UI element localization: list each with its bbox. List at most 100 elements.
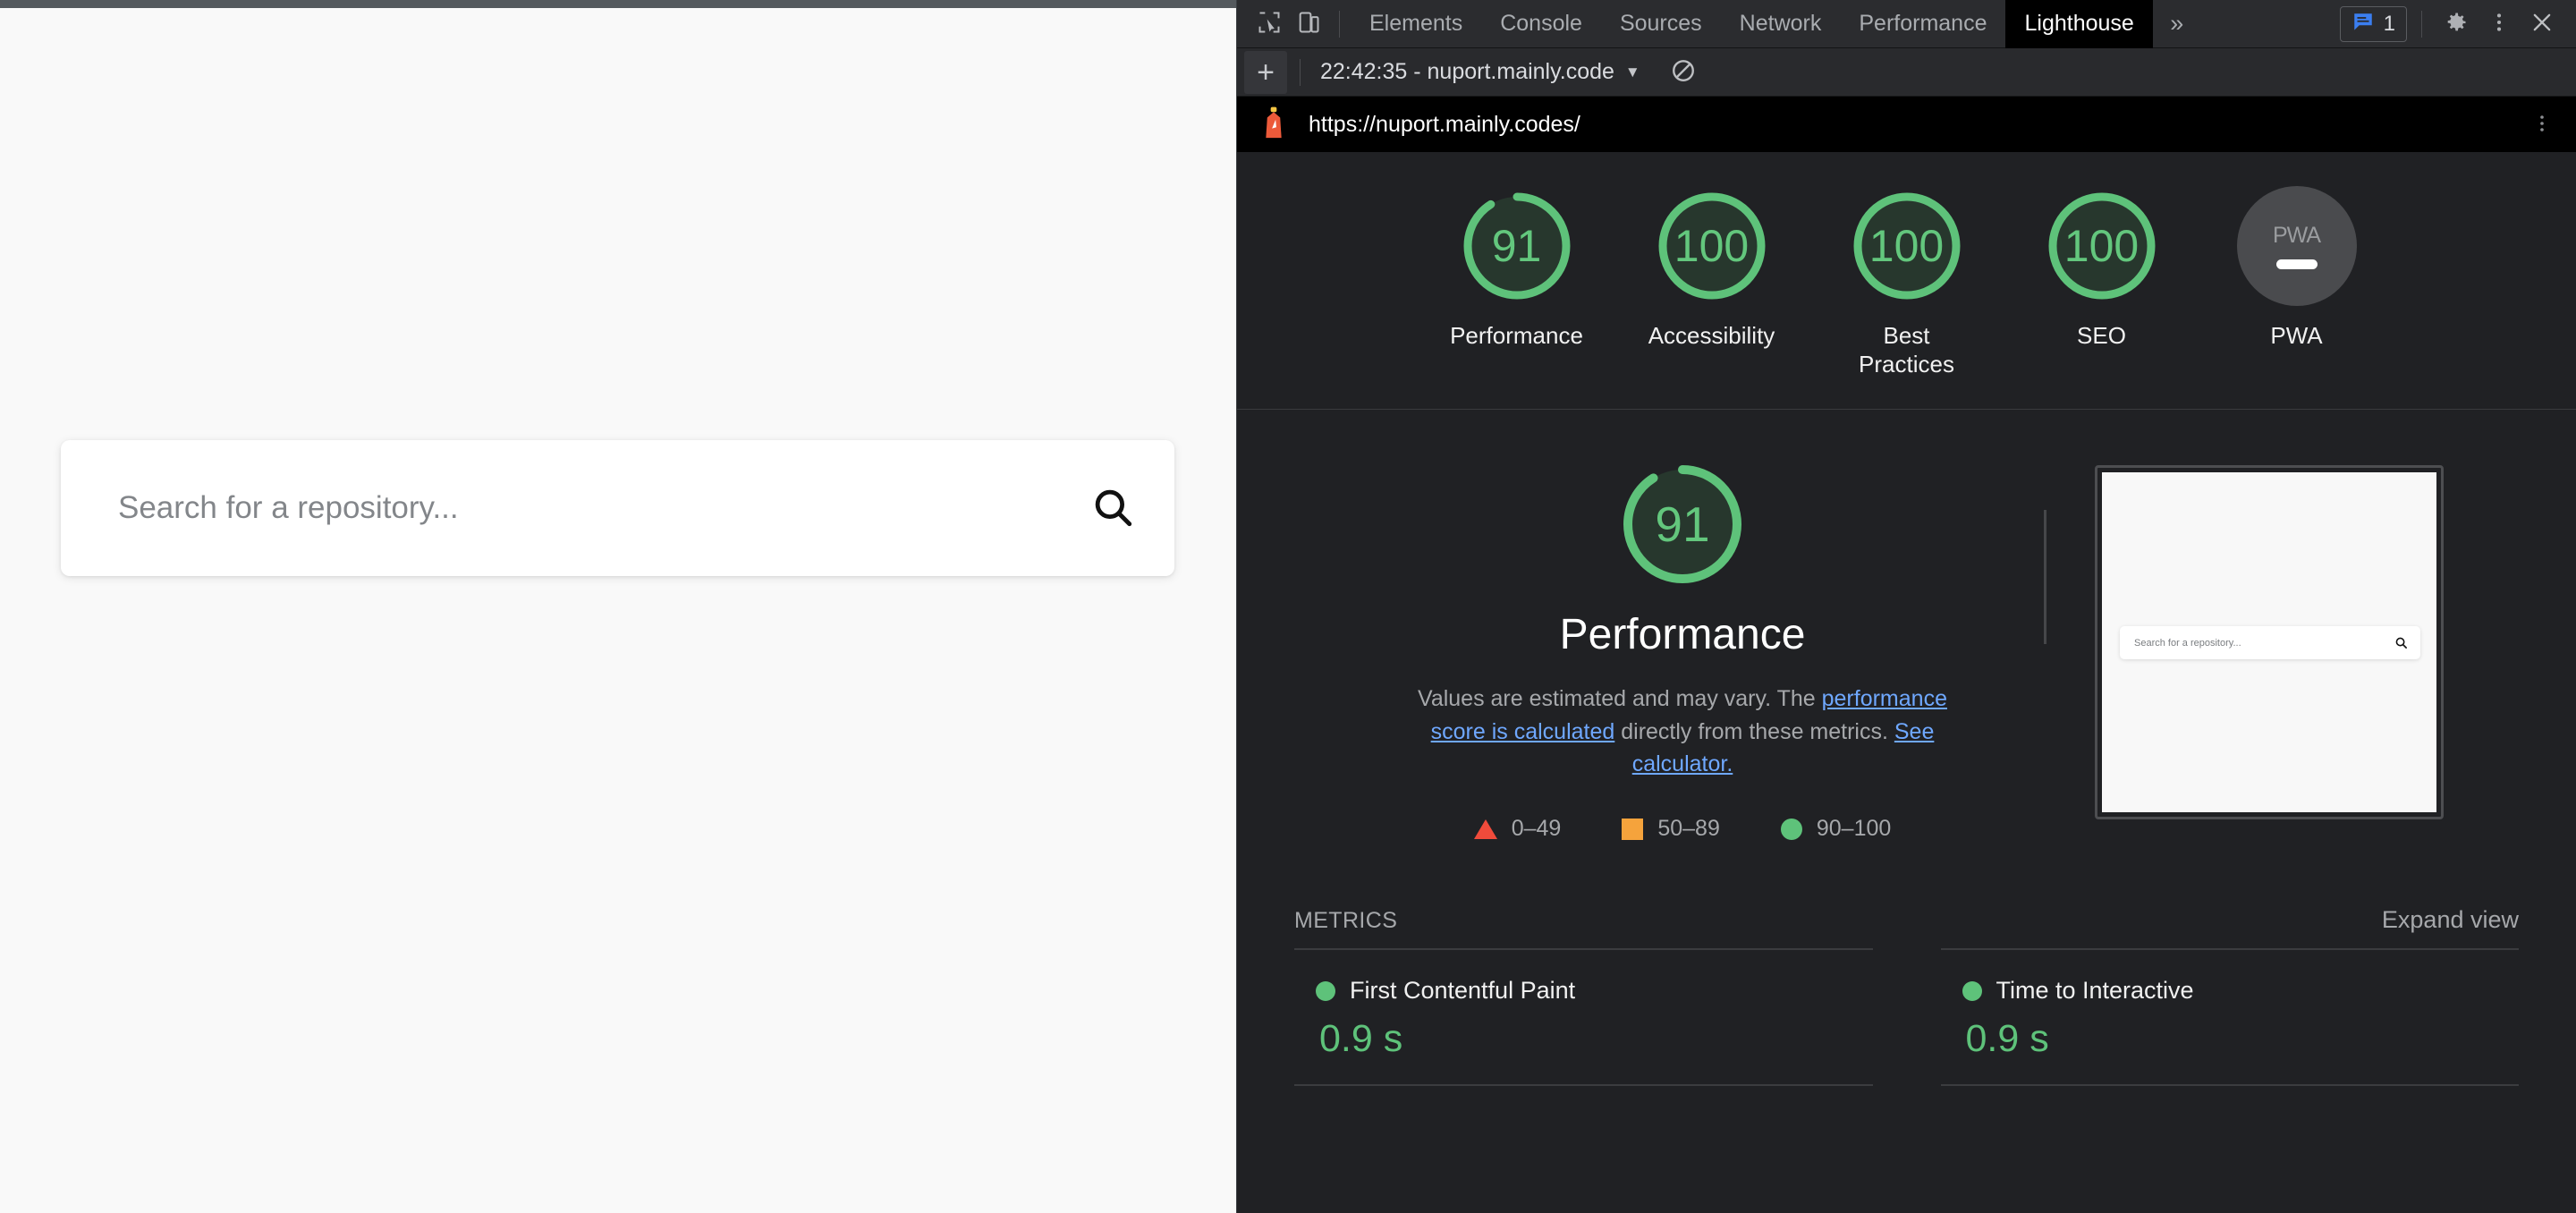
page-screenshot-thumbnail: Search for a repository... — [2095, 465, 2444, 820]
gauge-ring-accessibility: 100 — [1652, 186, 1772, 306]
gauge-ring-best-practices: 100 — [1847, 186, 1967, 306]
chevron-down-icon: ▼ — [1624, 63, 1640, 81]
score-scale-legend: 0–49 50–89 90–100 — [1473, 816, 1892, 842]
metrics-header: METRICS Expand view — [1294, 906, 2519, 948]
category-gauge: 91 — [1616, 458, 1749, 590]
gauge-label-seo: SEO — [2077, 322, 2126, 349]
lighthouse-report-header: https://nuport.mainly.codes/ — [1237, 97, 2576, 152]
category-title: Performance — [1559, 611, 1806, 659]
tab-performance[interactable]: Performance — [1840, 0, 2005, 48]
report-url: https://nuport.mainly.codes/ — [1309, 111, 1580, 137]
clear-all-icon — [1670, 57, 1697, 87]
gauge-ring-performance: 91 — [1457, 186, 1577, 306]
devtools-panel: Elements Console Sources Network Perform… — [1236, 0, 2576, 1213]
report-menu-button[interactable] — [2521, 103, 2563, 146]
device-toolbar-icon — [1296, 10, 1321, 38]
legend-item-pass: 90–100 — [1780, 816, 1892, 842]
page-top-bar — [0, 0, 1236, 8]
metric-first-contentful-paint[interactable]: First Contentful Paint 0.9 s — [1294, 948, 1873, 1084]
triangle-fail-icon — [1473, 819, 1497, 839]
inspect-element-button[interactable] — [1250, 4, 1289, 44]
devtools-main-toolbar: Elements Console Sources Network Perform… — [1237, 0, 2576, 48]
category-vertical-divider — [2044, 510, 2046, 645]
expand-view-button[interactable]: Expand view — [2382, 906, 2519, 934]
metrics-section: METRICS Expand view First Contentful Pai… — [1237, 906, 2576, 1087]
gauge-performance[interactable]: 91 Performance — [1450, 186, 1584, 351]
gauge-score-accessibility: 100 — [1674, 221, 1750, 271]
metric-divider-left — [1294, 1084, 1873, 1087]
devtools-tab-strip: Elements Console Sources Network Perform… — [1351, 0, 2153, 48]
category-desc-part1: Values are estimated and may vary. The — [1418, 686, 1822, 712]
search-input[interactable] — [61, 490, 1076, 526]
metric-name: Time to Interactive — [1996, 977, 2194, 1005]
gauge-ring-seo: 100 — [2042, 186, 2162, 306]
gauge-seo[interactable]: 100 SEO — [2035, 186, 2169, 351]
category-description: Values are estimated and may vary. The p… — [1396, 683, 1969, 780]
gauge-best-practices[interactable]: 100 Best Practices — [1840, 186, 1974, 378]
category-row: 91 Performance Values are estimated and … — [1237, 458, 2576, 842]
gauge-label-best-practices: Best Practices — [1859, 322, 1954, 377]
issues-count: 1 — [2383, 11, 2395, 36]
toolbar-divider — [1339, 10, 1340, 38]
subbar-divider — [1300, 58, 1301, 86]
score-gauges-strip: 91 Performance 100 Accessibility 100 Bes… — [1237, 152, 2576, 411]
settings-button[interactable] — [2436, 4, 2476, 44]
lighthouse-subbar: + 22:42:35 - nuport.mainly.code ▼ — [1237, 48, 2576, 97]
metric-header: Time to Interactive — [1962, 977, 2520, 1005]
legend-label-pass: 90–100 — [1816, 816, 1892, 842]
circle-pass-icon — [1962, 980, 1982, 1001]
more-tabs-button[interactable]: » — [2153, 0, 2201, 48]
gauge-label-performance: Performance — [1450, 322, 1583, 349]
clear-all-button[interactable] — [1664, 53, 1703, 92]
issues-message-icon — [2351, 11, 2375, 37]
metric-name: First Contentful Paint — [1350, 977, 1576, 1005]
tab-lighthouse[interactable]: Lighthouse — [2005, 0, 2153, 48]
rendered-page-pane — [0, 0, 1236, 1213]
square-average-icon — [1622, 818, 1644, 840]
circle-pass-icon — [1780, 818, 1802, 840]
issues-button[interactable]: 1 — [2339, 5, 2407, 42]
pwa-badge: PWA — [2236, 186, 2357, 306]
legend-label-average: 50–89 — [1657, 816, 1720, 842]
gauge-label-accessibility: Accessibility — [1648, 322, 1775, 349]
circle-pass-icon — [1316, 980, 1335, 1001]
metric-header: First Contentful Paint — [1316, 977, 1873, 1005]
tab-console[interactable]: Console — [1481, 0, 1601, 48]
search-icon — [2394, 636, 2420, 649]
screenshot-search-placeholder: Search for a repository... — [2134, 637, 2241, 649]
metric-divider-right — [1940, 1084, 2519, 1087]
page-search-card — [61, 440, 1174, 576]
search-icon — [1090, 485, 1135, 532]
legend-item-average: 50–89 — [1622, 816, 1720, 842]
metric-value: 0.9 s — [1319, 1017, 1403, 1061]
screenshot-root: Elements Console Sources Network Perform… — [0, 0, 2576, 1213]
gauge-pwa[interactable]: PWA PWA — [2230, 186, 2364, 351]
tab-elements[interactable]: Elements — [1351, 0, 1481, 48]
tab-network[interactable]: Network — [1721, 0, 1841, 48]
pwa-dash-icon — [2275, 259, 2318, 269]
gauge-label-pwa: PWA — [2270, 322, 2323, 349]
lighthouse-icon — [1258, 105, 1289, 145]
tab-sources[interactable]: Sources — [1601, 0, 1721, 48]
gauge-accessibility[interactable]: 100 Accessibility — [1645, 186, 1779, 351]
legend-item-fail: 0–49 — [1473, 816, 1561, 842]
device-toolbar-button[interactable] — [1289, 4, 1328, 44]
performance-category-section: 91 Performance Values are estimated and … — [1237, 410, 2576, 842]
gauge-score-performance: 91 — [1491, 221, 1542, 271]
metric-value: 0.9 s — [1965, 1017, 2049, 1061]
metrics-title: METRICS — [1294, 908, 1398, 934]
metrics-grid: First Contentful Paint 0.9 s Time to Int… — [1294, 948, 2520, 1087]
gear-icon — [2444, 10, 2469, 38]
metric-time-to-interactive[interactable]: Time to Interactive 0.9 s — [1940, 948, 2520, 1084]
more-vertical-icon — [2531, 113, 2553, 137]
gauge-score-seo: 100 — [2063, 221, 2140, 271]
new-report-button[interactable]: + — [1244, 50, 1287, 94]
devtools-menu-button[interactable] — [2479, 4, 2519, 44]
close-devtools-button[interactable] — [2522, 4, 2562, 44]
gauge-score-best-practices: 100 — [1868, 221, 1945, 271]
inspect-element-icon — [1257, 10, 1282, 38]
category-score: 91 — [1655, 496, 1710, 553]
pwa-badge-text: PWA — [2272, 223, 2321, 248]
search-button[interactable] — [1076, 440, 1174, 576]
report-selector[interactable]: 22:42:35 - nuport.mainly.code ▼ — [1313, 54, 1648, 90]
